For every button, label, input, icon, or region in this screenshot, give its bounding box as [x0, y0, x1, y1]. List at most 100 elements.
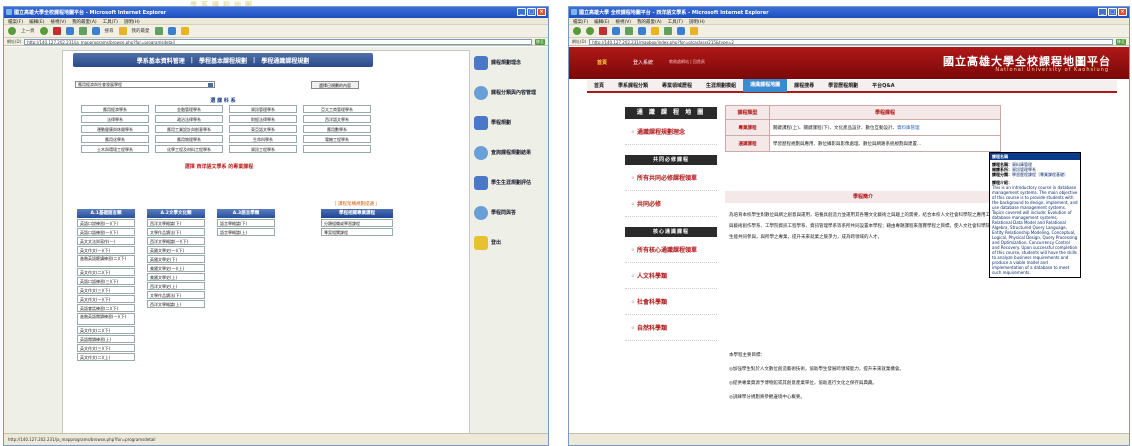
menu-help[interactable]: 說明(H) [124, 19, 140, 25]
panel-item-career[interactable]: 學生生涯規劃評估 [474, 173, 546, 192]
department-cell[interactable]: 運動健康與休閒學系 [81, 125, 149, 133]
program-select[interactable]: 應用經濟與社會發展學程 [75, 81, 215, 88]
nav-item[interactable]: 首頁 [587, 82, 611, 89]
nav-item[interactable]: 平台Q&A [865, 82, 901, 89]
course-cell[interactable]: 英語口說練習(一)(下) [77, 219, 135, 227]
stop-icon[interactable] [599, 27, 607, 35]
department-cell[interactable]: 電機工程學系 [303, 135, 371, 143]
address-input[interactable]: http://140.127.202.231/ja_mapprograms/br… [24, 38, 532, 45]
favorites-icon[interactable] [118, 27, 127, 35]
nav-item[interactable]: 學系課程分類 [611, 82, 655, 89]
course-cell[interactable]: 文學作品讀法(下) [147, 291, 205, 299]
menu-help[interactable]: 說明(H) [689, 19, 705, 25]
menu-view[interactable]: 檢視(V) [50, 19, 66, 25]
panel-item-program[interactable]: 學程規劃 [474, 113, 546, 132]
maximize-icon[interactable]: □ [1108, 8, 1117, 16]
mail-icon[interactable] [167, 27, 176, 35]
course-cell[interactable]: 英文作文(一)(下) [77, 246, 135, 254]
department-cell[interactable]: 政治法律學系 [155, 115, 223, 123]
course-cell[interactable]: 西洋文學概論(一)(下) [147, 237, 205, 245]
department-cell[interactable]: 財經法律學系 [229, 115, 297, 123]
department-cell[interactable]: 土木與環境工程學系 [81, 145, 149, 153]
course-cell[interactable]: 英語閱讀練習(上) [77, 335, 135, 343]
menu-edit[interactable]: 編輯(E) [29, 19, 44, 25]
course-cell[interactable]: 進階英語聽講練習(二)(下) [77, 255, 135, 267]
course-cell[interactable]: 英國文學史(下) [147, 255, 205, 263]
department-cell[interactable]: 生命科學系 [229, 135, 297, 143]
favorites-icon[interactable] [651, 27, 659, 35]
course-cell[interactable]: 英國文學史(一)(下) [147, 246, 205, 254]
department-cell[interactable]: 應用物理學系 [155, 135, 223, 143]
home-link[interactable]: 首頁 [597, 59, 607, 66]
nav-item[interactable]: 課程搜尋 [787, 82, 821, 89]
sidebar-link-concept[interactable]: 通識課程規劃理念 [625, 119, 717, 145]
department-cell[interactable]: 化學工程及材料工程學系 [155, 145, 223, 153]
department-cell[interactable]: 資訊管理學系 [229, 105, 297, 113]
tab-program-planning[interactable]: 學程基本課程規劃 [199, 56, 247, 65]
department-cell[interactable]: 西洋語文學系 [303, 115, 371, 123]
course-cell[interactable]: 英文作文(一)(下) [77, 295, 135, 303]
refresh-icon[interactable] [65, 27, 74, 35]
course-cell[interactable]: 英語口語練習(一)(下) [77, 228, 135, 236]
panel-item-faq[interactable]: 學程問與答 [474, 203, 546, 222]
course-cell[interactable]: 文學作品讀法(下) [147, 228, 205, 236]
menu-favorites[interactable]: 我的最愛(A) [637, 19, 662, 25]
menu-edit[interactable]: 編輯(E) [594, 19, 609, 25]
go-button[interactable]: 移至 [535, 38, 545, 45]
department-cell[interactable]: 應用數學系 [303, 125, 371, 133]
course-cell[interactable]: 英文作文(二)(下) [77, 268, 135, 276]
maximize-icon[interactable]: □ [527, 8, 536, 16]
course-cell[interactable]: 美國文學史(一)(上) [147, 264, 205, 272]
go-button[interactable]: 移至 [1116, 38, 1126, 45]
course-cell[interactable]: 美國文學史(上) [147, 273, 205, 281]
search-label[interactable]: 搜尋 [105, 28, 114, 34]
forward-icon[interactable] [586, 27, 594, 35]
back-icon[interactable] [573, 27, 581, 35]
department-cell[interactable] [303, 145, 371, 153]
course-cell[interactable]: 英文文法與寫作(一) [77, 237, 135, 245]
course-cell[interactable]: 英語會話練習(二)(下) [77, 304, 135, 312]
nav-item[interactable]: 專業領域歷程 [655, 82, 699, 89]
mail-icon[interactable] [677, 27, 685, 35]
course-cell[interactable]: 語言學概論(下) [217, 219, 275, 227]
address-input[interactable]: http://140.127.202.231/mapbox/index.php?… [589, 38, 1113, 45]
folder-icon[interactable] [180, 27, 189, 35]
header-small-links[interactable]: 教務處網站 | 回首頁 [669, 59, 705, 65]
department-cell[interactable]: 東亞語文學系 [229, 125, 297, 133]
search-icon[interactable] [91, 27, 100, 35]
menu-tools[interactable]: 工具(T) [103, 19, 118, 25]
tab-general-planning[interactable]: 學程通識課程規劃 [261, 56, 309, 65]
nav-item[interactable]: 生涯規劃模組 [699, 82, 743, 89]
course-cell[interactable]: 西洋文學概論(上) [147, 300, 205, 308]
panel-item-result[interactable]: 查詢課程規劃結果 [474, 143, 546, 162]
favorites-label[interactable]: 我的最愛 [132, 28, 150, 34]
sidebar-link-social[interactable]: 社會科學類 [625, 289, 717, 315]
close-icon[interactable]: × [537, 8, 546, 16]
department-cell[interactable]: 應用經濟學系 [81, 105, 149, 113]
stop-icon[interactable] [52, 27, 61, 35]
department-cell[interactable]: 應用化學系 [81, 135, 149, 143]
login-link[interactable]: 登入系統 [633, 59, 653, 66]
nav-item[interactable]: 學習歷程規劃 [821, 82, 865, 89]
department-cell[interactable]: 法律學系 [81, 115, 149, 123]
panel-item-category[interactable]: 課程分類與內容管理 [474, 83, 546, 102]
course-cell[interactable]: 英文作文(三)(下) [77, 344, 135, 352]
select-planned-button[interactable]: 選擇已規劃的內容 [311, 81, 359, 89]
program-course-cell[interactable]: 專案相關課程 [321, 228, 393, 236]
menu-view[interactable]: 檢視(V) [615, 19, 631, 25]
history-icon[interactable] [664, 27, 672, 35]
sidebar-link-humanities[interactable]: 人文科學類 [625, 263, 717, 289]
history-icon[interactable] [154, 27, 163, 35]
department-cell[interactable]: 金融管理學系 [155, 105, 223, 113]
back-icon[interactable] [8, 27, 16, 35]
tab-basic-data[interactable]: 學系基本資料管理 [137, 56, 185, 65]
menu-favorites[interactable]: 我的最愛(A) [72, 19, 97, 25]
search-icon[interactable] [638, 27, 646, 35]
home-icon[interactable] [625, 27, 633, 35]
forward-icon[interactable] [39, 27, 48, 35]
course-cell[interactable]: 西洋文學概論(下) [147, 219, 205, 227]
sidebar-link-all-core[interactable]: 所有核心通識課程領單 [625, 237, 717, 263]
department-cell[interactable]: 亞太工商管理學系 [303, 105, 371, 113]
close-icon[interactable]: × [1118, 8, 1127, 16]
minimize-icon[interactable]: _ [1098, 8, 1107, 16]
